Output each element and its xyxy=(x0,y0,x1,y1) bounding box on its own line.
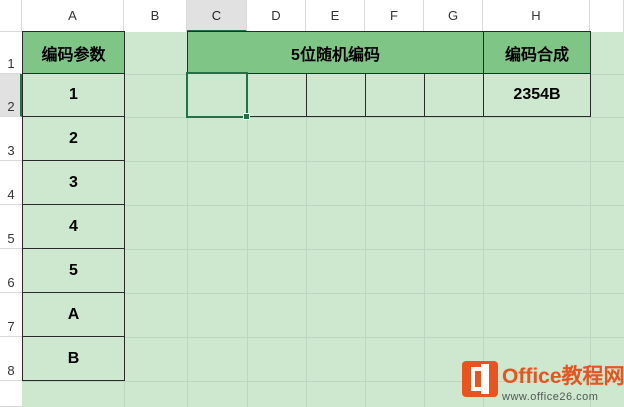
param-cell[interactable]: 5 xyxy=(22,248,125,293)
param-cell[interactable]: B xyxy=(22,336,125,381)
row-header-7[interactable]: 7 xyxy=(0,293,22,337)
row-header-bar: 1 2 3 4 5 6 7 8 xyxy=(0,32,22,407)
watermark-title: Office教程网 xyxy=(502,365,624,388)
param-cell[interactable]: 1 xyxy=(22,73,125,117)
row-header-9[interactable] xyxy=(0,381,22,407)
param-cell[interactable]: 2 xyxy=(22,116,125,161)
compose-value-cell[interactable]: 2354B xyxy=(483,73,591,117)
column-header-next[interactable] xyxy=(590,0,624,32)
row-header-1[interactable]: 1 xyxy=(0,32,22,74)
select-all-corner[interactable] xyxy=(0,0,22,32)
row-header-6[interactable]: 6 xyxy=(0,249,22,293)
fill-handle[interactable] xyxy=(243,113,250,120)
random-code-header-cell[interactable]: 5位随机编码 xyxy=(187,31,484,74)
compose-header-cell[interactable]: 编码合成 xyxy=(483,31,591,74)
column-header-h[interactable]: H xyxy=(483,0,590,32)
column-header-e[interactable]: E xyxy=(306,0,365,32)
column-header-c[interactable]: C xyxy=(187,0,247,32)
watermark-url: www.office26.com xyxy=(502,391,599,403)
random-code-cell-d2[interactable] xyxy=(247,73,307,117)
param-header-cell[interactable]: 编码参数 xyxy=(22,31,125,74)
row-header-2[interactable]: 2 xyxy=(0,74,22,117)
param-cell[interactable]: 4 xyxy=(22,204,125,249)
row-header-8[interactable]: 8 xyxy=(0,337,22,381)
column-header-g[interactable]: G xyxy=(424,0,483,32)
column-header-a[interactable]: A xyxy=(22,0,124,32)
active-cell-outline xyxy=(186,72,248,118)
watermark: Office教程网 www.office26.com xyxy=(502,360,624,403)
column-header-bar: A B C D E F G H xyxy=(22,0,624,32)
column-header-b[interactable]: B xyxy=(124,0,187,32)
row-header-4[interactable]: 4 xyxy=(0,161,22,205)
param-cell[interactable]: 3 xyxy=(22,160,125,205)
random-code-cell-e2[interactable] xyxy=(306,73,366,117)
random-code-cell-f2[interactable] xyxy=(365,73,425,117)
row-header-5[interactable]: 5 xyxy=(0,205,22,249)
column-header-d[interactable]: D xyxy=(247,0,306,32)
row-header-3[interactable]: 3 xyxy=(0,117,22,161)
random-code-cell-g2[interactable] xyxy=(424,73,484,117)
param-cell[interactable]: A xyxy=(22,292,125,337)
column-header-f[interactable]: F xyxy=(365,0,424,32)
office-logo-icon xyxy=(462,361,498,397)
